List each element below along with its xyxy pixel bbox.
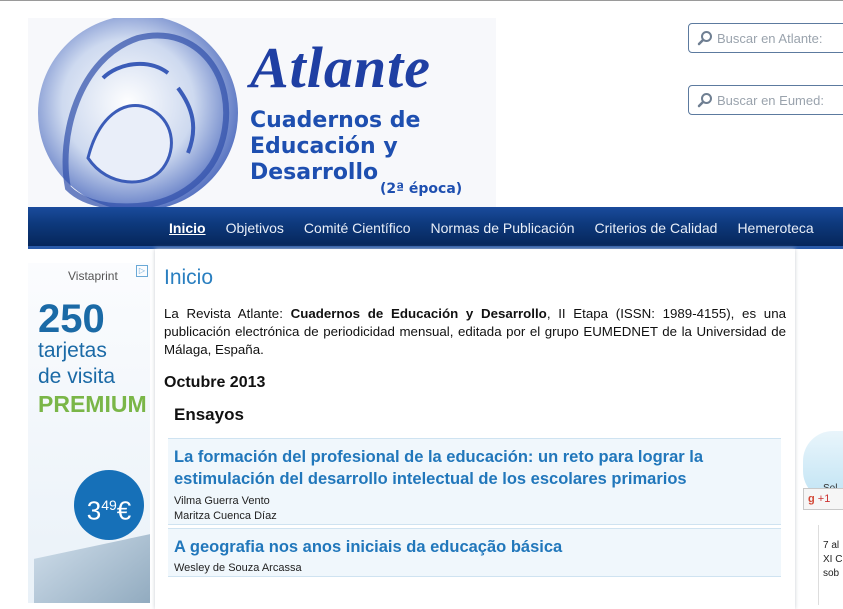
main-content: Inicio La Revista Atlante: Cuadernos de … <box>155 249 795 609</box>
google-plus-label: +1 <box>817 493 831 505</box>
logo-epoca: (2ª época) <box>380 181 463 197</box>
ad-line-2: de visita <box>38 365 116 388</box>
nav-hemeroteca[interactable]: Hemeroteca <box>737 220 813 236</box>
ad-banner-left[interactable]: Vistaprint ▷ 250 tarjetas de visita PREM… <box>28 263 150 603</box>
search-eumed-input[interactable] <box>717 91 843 109</box>
search-icon <box>697 31 712 46</box>
right-text-line: 7 al <box>823 540 840 551</box>
ad-line-1: tarjetas <box>38 339 107 362</box>
right-text-line: XI C <box>823 554 843 565</box>
intro-paragraph: La Revista Atlante: Cuadernos de Educaci… <box>164 305 786 359</box>
search-icon <box>697 93 712 108</box>
article-author: Vilma Guerra Vento <box>174 495 270 507</box>
intro-journal-name: Cuadernos de Educación y Desarrollo <box>290 306 547 321</box>
google-plus-icon: g <box>808 493 815 505</box>
search-atlante-input[interactable] <box>717 29 843 47</box>
ad-price-main: 3 <box>86 495 102 526</box>
right-text-block: 7 al XI C sob <box>823 539 842 581</box>
logo-subtitle: Cuadernos de Educación y Desarrollo <box>250 108 420 186</box>
section-heading: Ensayos <box>174 405 244 424</box>
article-author: Wesley de Souza Arcassa <box>174 562 302 574</box>
intro-prefix: La Revista Atlante: <box>164 306 291 321</box>
article-title-link[interactable]: A geografia nos anos iniciais da educaçã… <box>174 536 774 558</box>
ad-price-badge: 349€ <box>74 470 144 540</box>
nav-criterios-calidad[interactable]: Criterios de Calidad <box>594 220 717 236</box>
article-item: La formación del profesional de la educa… <box>168 438 781 525</box>
right-sidebar: Sol g +1 7 al XI C sob <box>803 263 843 605</box>
logo-title: Atlante <box>250 35 432 100</box>
ad-price-cents: 49 <box>101 497 117 513</box>
article-title-link[interactable]: La formación del profesional de la educa… <box>174 446 774 490</box>
article-item: A geografia nos anos iniciais da educaçã… <box>168 528 781 577</box>
nav-items: Inicio Objetivos Comité Científico Norma… <box>169 207 834 249</box>
page-title: Inicio <box>164 266 214 289</box>
google-plus-button[interactable]: g +1 <box>803 488 843 510</box>
ad-choices-icon[interactable]: ▷ <box>136 265 148 277</box>
logo-subtitle-line-2: Educación y <box>250 134 398 159</box>
ad-number: 250 <box>38 297 105 341</box>
nav-inicio[interactable]: Inicio <box>169 220 206 236</box>
nav-normas-publicacion[interactable]: Normas de Publicación <box>431 220 575 236</box>
nav-objetivos[interactable]: Objetivos <box>226 220 284 236</box>
ad-premium: PREMIUM <box>38 391 147 417</box>
ad-brand: Vistaprint <box>68 269 118 283</box>
article-author: Maritza Cuenca Díaz <box>174 510 277 522</box>
search-eumed-box[interactable] <box>688 85 843 115</box>
logo-subtitle-line-1: Cuadernos de <box>250 108 421 133</box>
ad-cards-image <box>34 531 150 603</box>
main-nav: Inicio Objetivos Comité Científico Norma… <box>28 207 843 249</box>
search-atlante-box[interactable] <box>688 23 843 53</box>
site-logo[interactable]: Atlante Cuadernos de Educación y Desarro… <box>28 18 496 208</box>
nav-comite-cientifico[interactable]: Comité Científico <box>304 220 411 236</box>
top-divider <box>0 0 843 1</box>
right-text-line: sob <box>823 568 840 579</box>
issue-heading: Octubre 2013 <box>164 374 266 391</box>
ad-price-currency: € <box>116 495 132 526</box>
